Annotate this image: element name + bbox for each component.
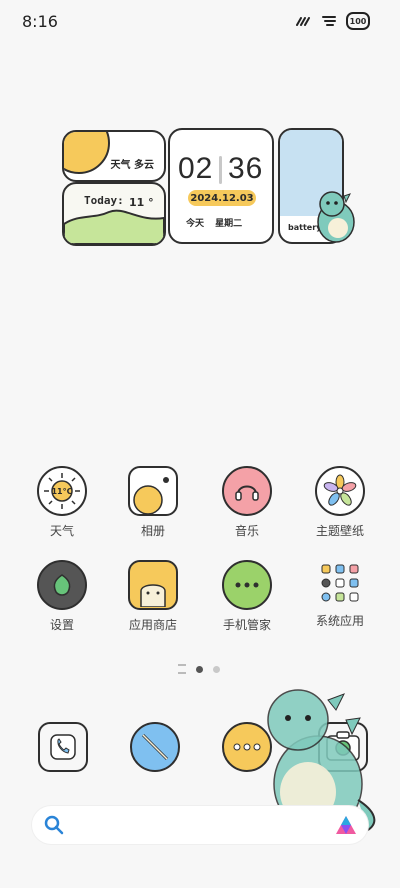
clock-widget[interactable]: 02 36 2024.12.03 今天 星期二	[168, 128, 274, 244]
system-apps-folder-icon	[317, 560, 363, 606]
weather-app-icon: 11°C	[37, 466, 87, 516]
app-phone-manager[interactable]: 手机管家	[209, 560, 285, 633]
hill-decoration	[64, 209, 164, 244]
store-icon	[128, 560, 178, 610]
date-text: 2024.12.03	[190, 192, 254, 204]
app-music[interactable]: 音乐	[209, 466, 285, 539]
weather-widget[interactable]: 天气 多云	[62, 130, 166, 182]
battery-level: 100	[349, 16, 367, 26]
browser-app-icon[interactable]	[130, 722, 180, 772]
search-icon	[44, 815, 64, 835]
app-store[interactable]: 应用商店	[115, 560, 191, 633]
page-dot-active[interactable]	[196, 665, 203, 673]
app-gallery[interactable]: 相册	[115, 466, 191, 539]
battery-icon: 100	[346, 12, 370, 30]
clock-day-label: 今天	[186, 219, 205, 229]
page-menu-icon[interactable]	[178, 664, 186, 674]
app-label: 系统应用	[315, 614, 364, 628]
flower-icon	[315, 466, 365, 516]
app-label: 应用商店	[128, 618, 177, 632]
app-label: 手机管家	[222, 618, 271, 632]
clock-separator	[219, 156, 222, 184]
page-dot[interactable]	[213, 665, 220, 673]
sun-icon	[64, 132, 110, 174]
app-settings[interactable]: 设置	[24, 560, 100, 633]
settings-icon	[37, 560, 87, 610]
dinosaur-sticker-icon	[317, 191, 355, 243]
gallery-icon	[128, 466, 178, 516]
app-label: 天气	[49, 524, 74, 538]
status-bar: 8:16 100	[0, 0, 400, 40]
signal-icon	[296, 17, 310, 26]
clock-minute: 36	[228, 152, 264, 185]
clock-hour: 02	[178, 152, 214, 185]
app-themes[interactable]: 主题壁纸	[302, 466, 378, 539]
weather-temp-widget[interactable]: Today: 11 °	[62, 182, 166, 246]
app-system-apps[interactable]: 系统应用	[302, 560, 378, 629]
wifi-icon	[322, 16, 336, 26]
status-time: 8:16	[22, 12, 58, 31]
phone-manager-icon	[222, 560, 272, 610]
clock-day-row: 今天 星期二	[186, 216, 242, 229]
phone-app-icon[interactable]	[38, 722, 88, 772]
clock-date: 2024.12.03	[188, 190, 256, 206]
ai-assistant-icon[interactable]	[334, 814, 358, 836]
search-bar[interactable]	[32, 806, 368, 844]
headphones-icon	[222, 466, 272, 516]
app-label: 相册	[140, 524, 165, 538]
app-weather[interactable]: 11°C 天气	[24, 466, 100, 539]
app-label: 音乐	[234, 524, 259, 538]
weather-icon-text: 11°C	[51, 486, 73, 496]
page-indicator[interactable]	[178, 664, 220, 674]
clock-weekday: 星期二	[215, 219, 243, 229]
weather-condition: 天气 多云	[110, 160, 154, 171]
app-label: 主题壁纸	[315, 524, 364, 538]
app-label: 设置	[49, 618, 74, 632]
